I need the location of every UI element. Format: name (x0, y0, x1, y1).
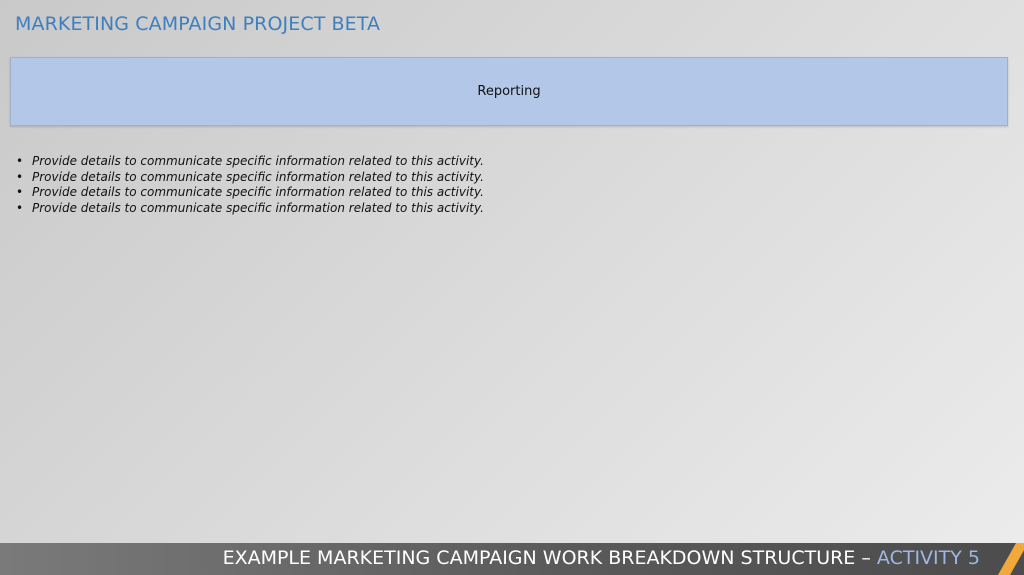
bullet-text: Provide details to communicate specific … (32, 185, 484, 199)
bullet-item: • Provide details to communicate specifi… (16, 170, 484, 186)
bullet-marker: • (16, 169, 24, 184)
bullet-text: Provide details to communicate specific … (32, 154, 484, 168)
bullet-item: • Provide details to communicate specifi… (16, 154, 484, 170)
footer-title-main: EXAMPLE MARKETING CAMPAIGN WORK BREAKDOW… (222, 547, 871, 569)
footer-bar: EXAMPLE MARKETING CAMPAIGN WORK BREAKDOW… (0, 543, 1024, 575)
footer-title-accent: ACTIVITY 5 (876, 547, 980, 569)
footer-title: EXAMPLE MARKETING CAMPAIGN WORK BREAKDOW… (223, 547, 980, 569)
page-title: MARKETING CAMPAIGN PROJECT BETA (15, 13, 381, 35)
section-label: Reporting (477, 84, 541, 99)
bullet-item: • Provide details to communicate specifi… (16, 185, 484, 201)
bullet-item: • Provide details to communicate specifi… (16, 201, 484, 217)
bullet-marker: • (16, 154, 24, 168)
bullet-marker: • (16, 185, 24, 199)
bullet-text: Provide details to communicate specific … (32, 200, 484, 215)
bullet-list: • Provide details to communicate specifi… (16, 154, 484, 216)
bullet-marker: • (16, 200, 24, 215)
bullet-text: Provide details to communicate specific … (32, 169, 484, 184)
section-box-reporting: Reporting (10, 57, 1008, 126)
stripe-decoration-icon (998, 543, 1024, 575)
